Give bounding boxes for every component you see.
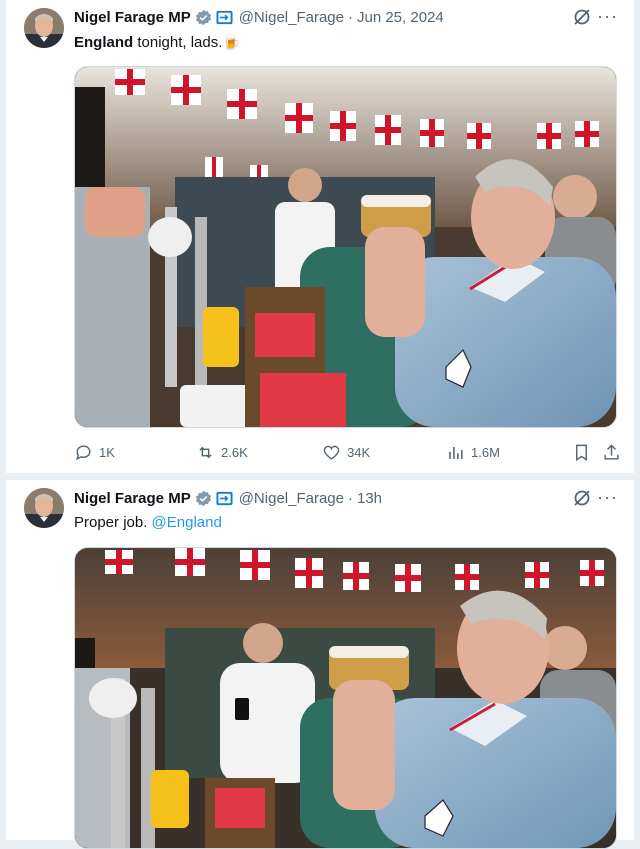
like-count: 34K	[347, 444, 371, 460]
bookmark-button[interactable]	[572, 443, 591, 462]
tweet-text: Proper job. @England	[74, 514, 222, 531]
mention-link[interactable]: @England	[152, 514, 222, 531]
bookmark-icon	[576, 444, 587, 461]
timestamp[interactable]: 13h	[357, 490, 382, 507]
author-name[interactable]: Nigel Farage MP	[74, 9, 191, 26]
separator: ·	[347, 8, 353, 26]
repost-icon	[199, 446, 212, 458]
affiliation-badge-icon	[216, 10, 233, 24]
more-options-icon[interactable]: ···	[597, 487, 618, 508]
timestamp[interactable]: Jun 25, 2024	[357, 9, 444, 26]
avatar[interactable]	[24, 488, 64, 528]
reply-count: 1K	[99, 444, 115, 460]
author-handle[interactable]: @Nigel_Farage	[239, 9, 344, 26]
tweet-text-bold: England	[74, 34, 134, 51]
repost-count: 2.6K	[221, 444, 248, 460]
avatar[interactable]	[24, 8, 64, 48]
views-button[interactable]: 1.6M	[446, 443, 500, 462]
repost-button[interactable]: 2.6K	[196, 443, 248, 462]
tweet-2[interactable]: Nigel Farage MP @Nigel_Farage · 13h ··· …	[6, 480, 634, 849]
grok-icon[interactable]	[572, 7, 592, 27]
reply-icon	[75, 444, 91, 460]
more-options-icon[interactable]: ···	[597, 6, 618, 27]
separator: ·	[347, 489, 353, 507]
share-button[interactable]	[602, 443, 621, 462]
tweet-header: Nigel Farage MP @Nigel_Farage · 13h ···	[74, 487, 622, 509]
beer-emoji: 🍺	[222, 34, 242, 51]
like-button[interactable]: 34K	[322, 443, 370, 462]
tweet-text-body: Proper job.	[74, 514, 152, 531]
tweet-photo[interactable]	[74, 66, 617, 428]
verified-badge-icon	[195, 490, 211, 506]
tweet-1[interactable]: Nigel Farage MP @Nigel_Farage · Jun 25, …	[6, 0, 634, 473]
tweet-actions: 1K 2.6K 34K 1.6M	[74, 437, 620, 467]
views-count: 1.6M	[471, 444, 500, 460]
tweet-text: England tonight, lads.🍺	[74, 33, 241, 51]
share-icon	[604, 443, 619, 460]
grok-icon[interactable]	[572, 488, 592, 508]
tweet-header: Nigel Farage MP @Nigel_Farage · Jun 25, …	[74, 6, 622, 28]
author-handle[interactable]: @Nigel_Farage	[239, 490, 344, 507]
heart-icon	[323, 445, 340, 460]
reply-button[interactable]: 1K	[74, 443, 115, 462]
tweet-photo[interactable]	[74, 547, 617, 849]
author-name[interactable]: Nigel Farage MP	[74, 490, 191, 507]
views-icon	[449, 446, 463, 459]
affiliation-badge-icon	[216, 491, 233, 505]
verified-badge-icon	[195, 9, 211, 25]
tweet-text-rest: tonight, lads.	[133, 34, 223, 51]
